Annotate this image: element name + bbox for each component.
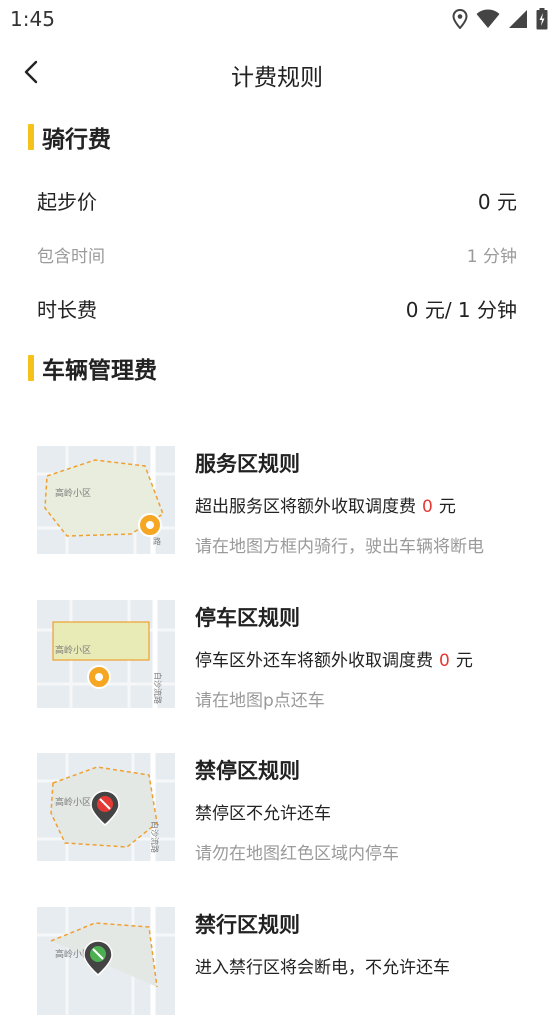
included-time-row: 包含时间 1 分钟 bbox=[37, 242, 517, 267]
dispatch-fee-amount: 0 bbox=[439, 651, 450, 671]
duration-fee-row: 时长费 0 元/ 1 分钟 bbox=[37, 294, 517, 323]
section-riding-fee: 骑行费 bbox=[28, 122, 111, 153]
duration-fee-value: 0 元/ 1 分钟 bbox=[405, 298, 517, 322]
rule-no-parking-area: 高岭小区 白沙流路 禁停区规则 禁停区不允许还车 请勿在地图红色区域内停车 bbox=[37, 753, 537, 864]
signal-icon bbox=[509, 10, 527, 28]
rule-description-text: 停车区外还车将额外收取调度费 bbox=[195, 651, 433, 671]
rule-title: 停车区规则 bbox=[195, 606, 300, 630]
page-title: 计费规则 bbox=[231, 65, 323, 91]
rule-service-area: 高岭小区 路 服务区规则 超出服务区将额外收取调度费 0 元 请在地图方框内骑行，驶… bbox=[37, 446, 537, 557]
start-price-value: 0 元 bbox=[477, 190, 517, 214]
rule-parking-area: 高岭小区 白沙流路 停车区规则 停车区外还车将额外收取调度费 0 元 请在地图p点还… bbox=[37, 600, 537, 711]
no-parking-area-map: 高岭小区 白沙流路 bbox=[37, 753, 175, 861]
status-time: 1:45 bbox=[10, 7, 55, 31]
rule-hint: 请在地图方框内骑行，驶出车辆将断电 bbox=[195, 537, 484, 557]
no-riding-area-map: 高岭小区 bbox=[37, 907, 175, 1015]
currency-unit: 元 bbox=[455, 651, 473, 671]
start-price-label: 起步价 bbox=[37, 190, 97, 214]
map-area-label: 高岭小区 bbox=[55, 487, 91, 499]
map-road-label: 白沙流路 bbox=[153, 672, 163, 704]
rule-description: 禁停区不允许还车 bbox=[195, 804, 331, 824]
battery-icon bbox=[536, 8, 548, 30]
rule-title: 禁行区规则 bbox=[195, 913, 300, 937]
rule-hint: 请在地图p点还车 bbox=[195, 691, 325, 711]
navigation-bar: 计费规则 bbox=[0, 40, 554, 104]
section-title: 骑行费 bbox=[42, 127, 111, 153]
rule-hint: 请勿在地图红色区域内停车 bbox=[195, 844, 399, 864]
map-road-label: 白沙流路 bbox=[150, 821, 160, 853]
section-title: 车辆管理费 bbox=[42, 358, 157, 384]
rule-title: 禁停区规则 bbox=[195, 759, 300, 783]
rule-description: 停车区外还车将额外收取调度费 0 元 bbox=[195, 646, 473, 671]
duration-fee-label: 时长费 bbox=[37, 298, 97, 322]
section-accent-bar bbox=[28, 124, 34, 150]
dispatch-fee-amount: 0 bbox=[422, 497, 433, 517]
start-price-row: 起步价 0 元 bbox=[37, 186, 517, 215]
section-vehicle-fee: 车辆管理费 bbox=[28, 353, 157, 384]
parking-area-map: 高岭小区 白沙流路 bbox=[37, 600, 175, 708]
map-area-label: 高岭小区 bbox=[55, 644, 91, 656]
status-bar: 1:45 bbox=[0, 0, 554, 38]
rule-no-riding-area: 高岭小区 禁行区规则 进入禁行区将会断电，不允许还车 bbox=[37, 907, 537, 1015]
rule-description: 进入禁行区将会断电，不允许还车 bbox=[195, 958, 450, 978]
rule-description-text: 超出服务区将额外收取调度费 bbox=[195, 497, 416, 517]
rule-description: 超出服务区将额外收取调度费 0 元 bbox=[195, 492, 456, 517]
rule-title: 服务区规则 bbox=[195, 452, 300, 476]
included-time-label: 包含时间 bbox=[37, 247, 105, 267]
currency-unit: 元 bbox=[438, 497, 456, 517]
section-accent-bar bbox=[28, 355, 34, 381]
wifi-icon bbox=[476, 9, 500, 28]
service-area-map: 高岭小区 路 bbox=[37, 446, 175, 554]
included-time-value: 1 分钟 bbox=[466, 247, 517, 267]
location-icon bbox=[452, 9, 468, 29]
status-icons bbox=[452, 8, 548, 30]
map-area-label: 高岭小区 bbox=[55, 796, 91, 808]
svg-text:路: 路 bbox=[153, 536, 161, 546]
